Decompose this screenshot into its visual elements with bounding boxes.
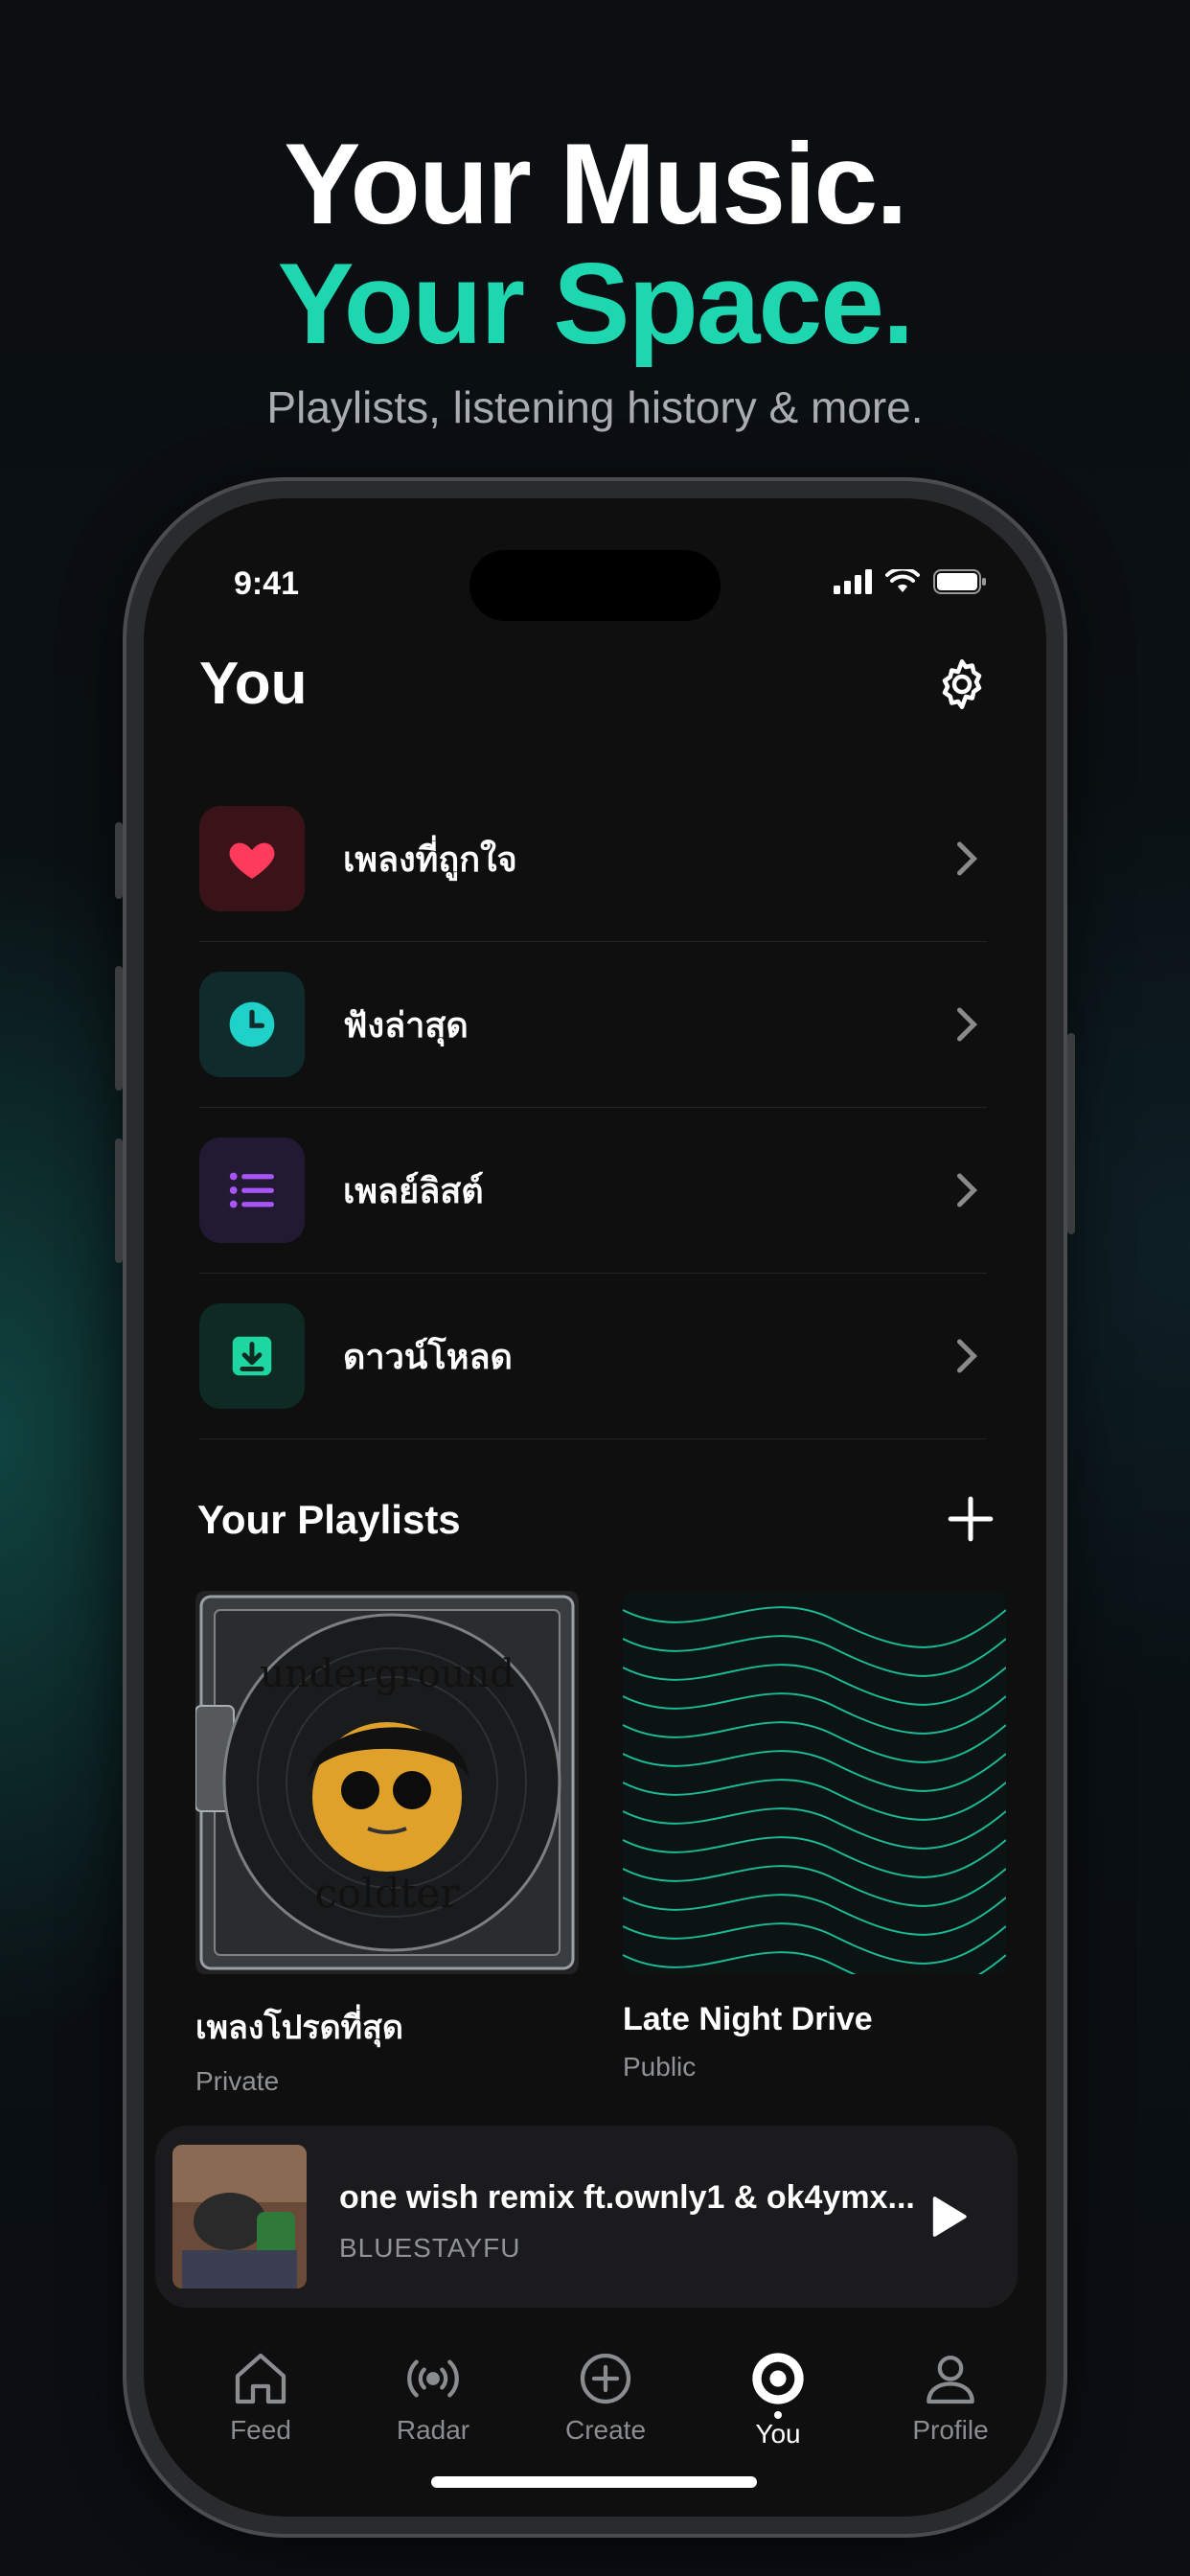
heart-icon [229, 842, 275, 879]
menu-item-label: เพลย์ลิสต์ [343, 1170, 484, 1210]
settings-gear-icon[interactable] [933, 656, 991, 713]
person-icon [927, 2356, 974, 2404]
now-playing-title: one wish remix ft.ownly1 & ok4ymx... [339, 2179, 915, 2216]
menu-item-label: ดาวน์โหลด [343, 1336, 513, 1376]
playlists-section-title: Your Playlists [197, 1497, 461, 1542]
tab-label: Feed [230, 2415, 291, 2445]
radar-icon [407, 2359, 459, 2398]
home-indicator[interactable] [431, 2476, 757, 2488]
tab-label: Profile [912, 2415, 989, 2445]
playlist-card[interactable]: Late Night Drive Public [623, 1591, 1006, 2082]
menu-item-downloads[interactable]: ดาวน์โหลด [199, 1274, 987, 1439]
chevron-right-icon [957, 1339, 978, 1373]
playlist-card[interactable]: underground coldter เพลงโปรดที่สุด Priva… [195, 1591, 579, 2097]
playlist-cover-art [623, 1591, 1006, 1974]
chevron-right-icon [957, 1007, 978, 1042]
menu-item-label: เพลงที่ถูกใจ [343, 839, 517, 879]
battery-icon [933, 569, 986, 594]
hero: Your Music. Your Space. Playlists, liste… [0, 125, 1190, 433]
tab-profile[interactable]: Profile [864, 2331, 1037, 2455]
hero-title-line2: Your Space. [277, 240, 915, 368]
app-screen: 9:41 You เพลงที่ถูกใจ ฟังล่าสุด เพลย์ลิส… [144, 498, 1046, 2517]
menu-item-liked-songs[interactable]: เพลงที่ถูกใจ [199, 776, 987, 942]
cover-handwritten-top: underground [260, 1652, 515, 1696]
status-icons [834, 569, 987, 594]
download-icon [232, 1336, 272, 1376]
phone-mute-button [115, 822, 123, 899]
hero-title-line1: Your Music. [284, 120, 907, 248]
downloads-icon-tile [199, 1303, 305, 1409]
status-time: 9:41 [234, 565, 300, 602]
dynamic-island [469, 550, 721, 621]
tab-label: You [755, 2419, 801, 2449]
tab-label: Radar [396, 2415, 470, 2445]
menu-item-recently-played[interactable]: ฟังล่าสุด [199, 942, 987, 1108]
now-playing-bar[interactable]: one wish remix ft.ownly1 & ok4ymx... BLU… [155, 2126, 1018, 2308]
clock-icon [229, 1001, 275, 1047]
cover-handwritten-bottom: coldter [315, 1870, 461, 1917]
phone-frame: 9:41 You เพลงที่ถูกใจ ฟังล่าสุด เพลย์ลิส… [115, 477, 1075, 2538]
playlist-title: เพลงโปรดที่สุด [195, 2010, 403, 2046]
add-playlist-plus-icon[interactable] [947, 1495, 995, 1543]
tab-radar[interactable]: Radar [347, 2331, 519, 2455]
library-menu: เพลงที่ถูกใจ ฟังล่าสุด เพลย์ลิสต์ ดาวน์โ… [199, 776, 987, 1439]
play-icon[interactable] [922, 2191, 973, 2242]
cellular-signal-icon [834, 569, 872, 594]
list-icon [229, 1172, 274, 1208]
tab-label: Create [564, 2415, 647, 2445]
hero-subtitle: Playlists, listening history & more. [266, 382, 924, 432]
chevron-right-icon [957, 841, 978, 876]
page-title: You [199, 651, 308, 717]
tab-create[interactable]: Create [519, 2331, 692, 2455]
home-icon [235, 2353, 286, 2404]
active-tab-dot [774, 2411, 782, 2419]
now-playing-artist: BLUESTAYFU [339, 2233, 521, 2263]
playlist-visibility: Private [195, 2066, 280, 2096]
target-icon [752, 2353, 804, 2404]
playlist-cover-art: underground coldter [195, 1591, 579, 1974]
tab-feed[interactable]: Feed [174, 2331, 347, 2455]
menu-item-playlists[interactable]: เพลย์ลิสต์ [199, 1108, 987, 1274]
chevron-right-icon [957, 1173, 978, 1208]
phone-volume-up-button [115, 966, 123, 1091]
tab-you[interactable]: You [692, 2331, 864, 2455]
liked-icon-tile [199, 806, 305, 911]
plus-circle-icon [580, 2353, 631, 2404]
phone-side-button [1067, 1033, 1075, 1234]
tab-bar: Feed Radar Create You Profile [144, 2331, 1046, 2455]
playlists-icon-tile [199, 1138, 305, 1243]
now-playing-artwork [172, 2145, 307, 2288]
phone-volume-down-button [115, 1138, 123, 1263]
playlist-visibility: Public [623, 2052, 697, 2082]
wifi-icon [885, 569, 920, 592]
menu-item-label: ฟังล่าสุด [343, 1004, 469, 1045]
recent-icon-tile [199, 972, 305, 1077]
playlist-title: Late Night Drive [623, 2001, 873, 2037]
